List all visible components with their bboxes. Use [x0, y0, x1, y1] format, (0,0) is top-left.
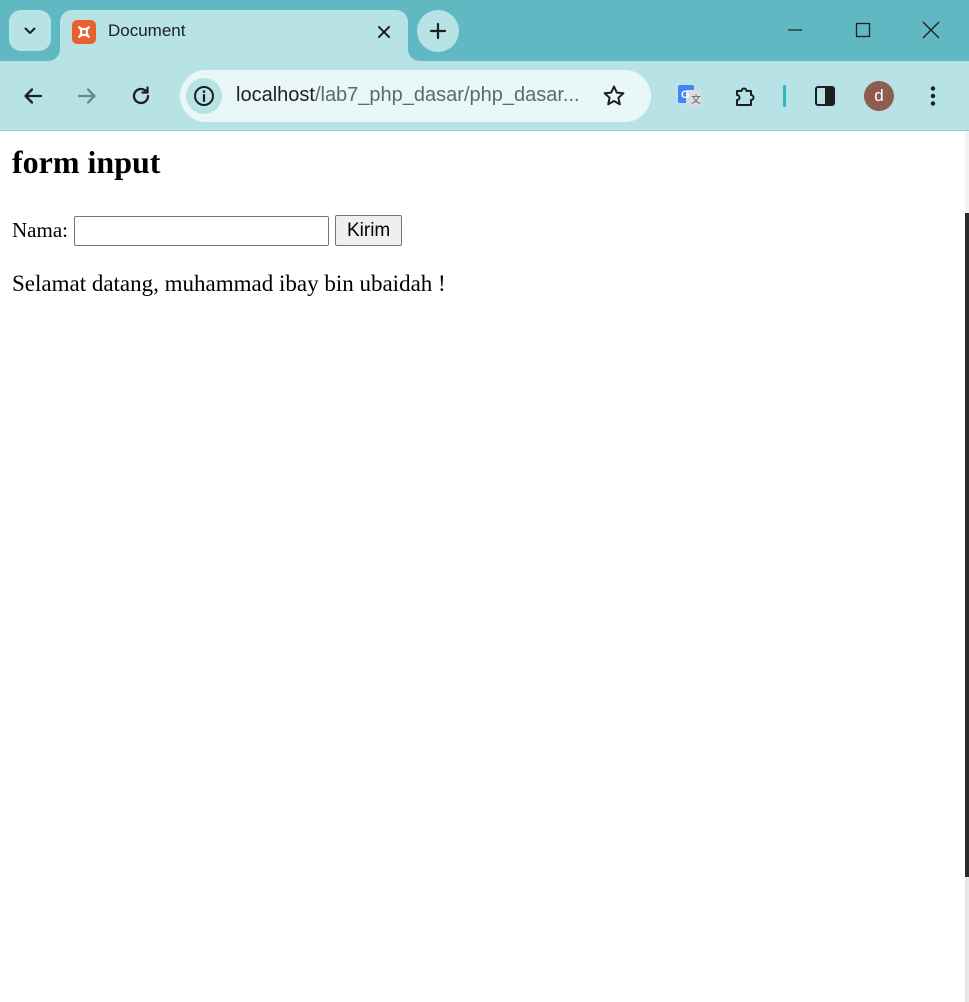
- close-window-button[interactable]: [915, 14, 947, 46]
- tab-strip: Document: [0, 0, 969, 61]
- minimize-button[interactable]: [779, 14, 811, 46]
- reload-icon: [130, 85, 152, 107]
- info-icon: [193, 85, 215, 107]
- background-window-edge: [965, 131, 969, 213]
- page-heading: form input: [12, 144, 161, 180]
- side-panel-icon: [814, 85, 836, 107]
- forward-button[interactable]: [70, 79, 104, 113]
- extensions-button[interactable]: [728, 79, 762, 113]
- tab-title: Document: [108, 21, 186, 40]
- new-tab-button[interactable]: [417, 10, 459, 52]
- name-label: Nama:: [12, 218, 68, 242]
- close-icon: [922, 21, 940, 39]
- star-icon: [602, 84, 626, 108]
- browser-toolbar: localhost/lab7_php_dasar/php_dasar... G文…: [0, 61, 969, 130]
- submit-button[interactable]: Kirim: [334, 215, 403, 246]
- site-info-button[interactable]: [186, 78, 222, 114]
- url-path: /lab7_php_dasar/php_dasar...: [314, 84, 580, 106]
- google-translate-icon: G文: [677, 83, 703, 109]
- puzzle-icon: [733, 84, 757, 108]
- close-icon: [377, 25, 391, 39]
- url-text[interactable]: localhost/lab7_php_dasar/php_dasar...: [236, 84, 592, 107]
- maximize-button[interactable]: [847, 14, 879, 46]
- minimize-icon: [787, 22, 803, 38]
- url-host: localhost: [236, 84, 315, 106]
- svg-text:G: G: [681, 89, 690, 101]
- web-page-content: form input Nama: Kirim Selamat datang, m…: [0, 131, 965, 1002]
- tab-document[interactable]: Document: [60, 10, 408, 61]
- svg-text:文: 文: [691, 93, 701, 106]
- tab-close-button[interactable]: [372, 20, 396, 44]
- name-input[interactable]: [73, 215, 329, 246]
- translate-button[interactable]: G文: [673, 79, 707, 113]
- side-panel-button[interactable]: [808, 79, 842, 113]
- browser-menu-button[interactable]: [916, 79, 950, 113]
- toolbar-divider: [783, 85, 786, 107]
- arrow-left-icon: [22, 85, 44, 107]
- tab-search-button[interactable]: [9, 10, 51, 51]
- arrow-right-icon: [76, 85, 98, 107]
- profile-avatar[interactable]: d: [864, 81, 894, 111]
- xampp-icon: [72, 20, 96, 44]
- greeting-message: Selamat datang, muhammad ibay bin ubaida…: [12, 271, 446, 296]
- background-window-edge-dark: [965, 213, 969, 877]
- browser-window: Document localhost/lab7_php_dasar/php_da…: [0, 0, 969, 1002]
- bookmark-button[interactable]: [600, 82, 628, 110]
- name-form: Nama: Kirim: [12, 215, 403, 246]
- maximize-icon: [855, 22, 871, 38]
- address-bar[interactable]: localhost/lab7_php_dasar/php_dasar...: [180, 70, 651, 122]
- kebab-menu-icon: [929, 85, 937, 107]
- plus-icon: [429, 22, 447, 40]
- background-window-edge-light: [965, 877, 969, 1002]
- chevron-down-icon: [22, 23, 38, 39]
- back-button[interactable]: [16, 79, 50, 113]
- reload-button[interactable]: [124, 79, 158, 113]
